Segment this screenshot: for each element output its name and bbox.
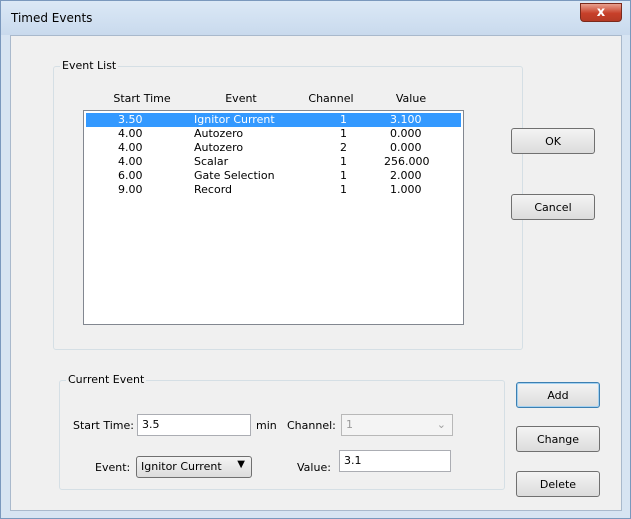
value-input[interactable]: 3.1 bbox=[339, 450, 451, 472]
event-select-value: Ignitor Current bbox=[141, 460, 222, 473]
cell-event: Autozero bbox=[194, 127, 244, 140]
channel-select-value: 1 bbox=[346, 418, 353, 431]
list-item[interactable]: 6.00 Gate Selection 1 2.000 bbox=[86, 169, 461, 183]
cell-start-time: 4.00 bbox=[118, 127, 143, 140]
cell-event: Scalar bbox=[194, 155, 229, 168]
chevron-down-icon: ⌄ bbox=[436, 418, 446, 431]
cell-channel: 1 bbox=[340, 169, 347, 182]
window-title: Timed Events bbox=[11, 11, 93, 25]
cell-event: Autozero bbox=[194, 141, 244, 154]
cell-start-time: 9.00 bbox=[118, 183, 143, 196]
cell-start-time: 4.00 bbox=[118, 155, 143, 168]
event-select[interactable]: Ignitor Current ▼ bbox=[136, 456, 252, 478]
dialog-client-area: Event List Start Time Event Channel Valu… bbox=[10, 35, 622, 511]
column-header-event: Event bbox=[225, 92, 257, 105]
list-item[interactable]: 3.50 Ignitor Current 1 3.100 bbox=[86, 113, 461, 127]
ok-button[interactable]: OK bbox=[511, 128, 595, 154]
list-item[interactable]: 4.00 Autozero 2 0.000 bbox=[86, 141, 461, 155]
change-button[interactable]: Change bbox=[516, 426, 600, 452]
cell-start-time: 4.00 bbox=[118, 141, 143, 154]
cell-event: Record bbox=[194, 183, 233, 196]
list-item[interactable]: 4.00 Scalar 1 256.000 bbox=[86, 155, 461, 169]
cell-value: 2.000 bbox=[390, 169, 422, 182]
add-button[interactable]: Add bbox=[516, 382, 600, 408]
chevron-down-icon: ▼ bbox=[237, 459, 245, 470]
cell-channel: 2 bbox=[340, 141, 347, 154]
close-button[interactable]: x bbox=[580, 3, 622, 22]
list-item[interactable]: 4.00 Autozero 1 0.000 bbox=[86, 127, 461, 141]
dialog-window: Timed Events x Event List Start Time Eve… bbox=[0, 0, 631, 519]
channel-label: Channel: bbox=[287, 419, 336, 432]
cell-value: 0.000 bbox=[390, 141, 422, 154]
current-event-group-label: Current Event bbox=[66, 373, 147, 386]
event-label: Event: bbox=[95, 461, 131, 474]
cell-channel: 1 bbox=[340, 127, 347, 140]
cell-event: Ignitor Current bbox=[194, 113, 275, 126]
cell-value: 3.100 bbox=[390, 113, 422, 126]
cell-channel: 1 bbox=[340, 113, 347, 126]
cell-channel: 1 bbox=[340, 183, 347, 196]
start-time-unit: min bbox=[256, 419, 277, 432]
event-listbox[interactable]: 3.50 Ignitor Current 1 3.100 4.00 Autoze… bbox=[83, 110, 464, 325]
cell-value: 0.000 bbox=[390, 127, 422, 140]
start-time-label: Start Time: bbox=[73, 419, 134, 432]
column-header-value: Value bbox=[395, 92, 427, 105]
cancel-button[interactable]: Cancel bbox=[511, 194, 595, 220]
list-item[interactable]: 9.00 Record 1 1.000 bbox=[86, 183, 461, 197]
column-header-channel: Channel bbox=[308, 92, 354, 105]
delete-button[interactable]: Delete bbox=[516, 471, 600, 497]
event-list-group-label: Event List bbox=[60, 59, 119, 72]
channel-select[interactable]: 1 ⌄ bbox=[341, 414, 453, 436]
title-bar: Timed Events x bbox=[1, 1, 630, 35]
value-label: Value: bbox=[297, 461, 331, 474]
cell-start-time: 3.50 bbox=[118, 113, 143, 126]
close-icon: x bbox=[596, 5, 606, 20]
cell-value: 1.000 bbox=[390, 183, 422, 196]
column-header-start-time: Start Time bbox=[113, 92, 171, 105]
cell-start-time: 6.00 bbox=[118, 169, 143, 182]
cell-value: 256.000 bbox=[384, 155, 430, 168]
start-time-input[interactable]: 3.5 bbox=[137, 414, 251, 436]
cell-channel: 1 bbox=[340, 155, 347, 168]
cell-event: Gate Selection bbox=[194, 169, 275, 182]
